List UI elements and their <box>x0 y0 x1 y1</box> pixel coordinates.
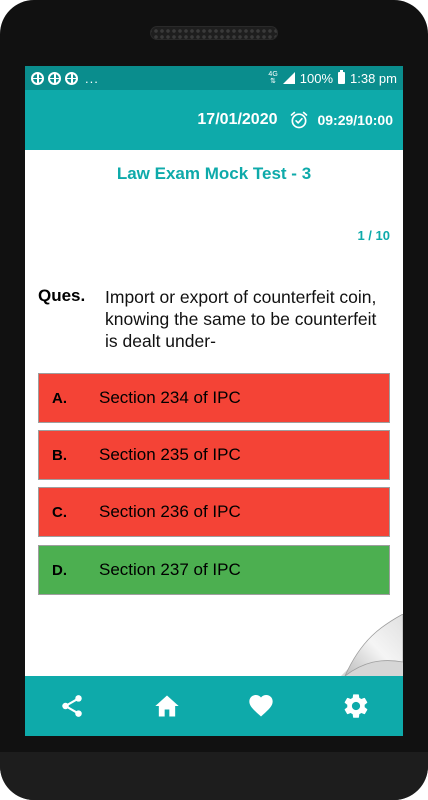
home-button[interactable] <box>143 682 191 730</box>
notification-icon <box>31 71 44 85</box>
option-letter: D. <box>52 561 67 579</box>
data-arrows-icon: ⇅ <box>270 78 277 85</box>
option-d-button[interactable]: D. Section 237 of IPC <box>38 545 390 595</box>
notification-icon <box>48 71 61 85</box>
home-icon <box>155 695 179 717</box>
question-progress: 1 / 10 <box>357 228 390 243</box>
header-date: 17/01/2020 <box>197 111 278 128</box>
network-indicator: 4G ⇅ <box>268 71 277 85</box>
countdown-timer: 09:29/10:00 <box>317 112 393 128</box>
option-a-button[interactable]: A. Section 234 of IPC <box>38 373 390 423</box>
battery-icon <box>338 70 346 84</box>
question-block: Ques. Import or export of counterfeit co… <box>38 286 388 352</box>
alarm-clock-icon <box>291 111 308 129</box>
question-label: Ques. <box>38 286 86 305</box>
heart-icon <box>249 695 273 717</box>
settings-button[interactable] <box>332 682 380 730</box>
option-c-button[interactable]: C. Section 236 of IPC <box>38 487 390 537</box>
network-type: 4G <box>268 71 278 78</box>
page-curl-next-button[interactable] <box>341 614 403 676</box>
status-overflow: ... <box>85 70 99 86</box>
phone-frame: ... 4G ⇅ 100% 1:38 pm 17/01/2020 09:29/1… <box>0 0 428 800</box>
option-letter: B. <box>52 446 67 464</box>
share-button[interactable] <box>48 682 96 730</box>
app-header: 17/01/2020 09:29/10:00 <box>25 90 403 150</box>
app-screen: ... 4G ⇅ 100% 1:38 pm 17/01/2020 09:29/1… <box>25 66 403 736</box>
option-letter: C. <box>52 503 67 521</box>
quiz-title: Law Exam Mock Test - 3 <box>116 164 312 183</box>
share-icon <box>62 695 82 717</box>
option-text: Section 235 of IPC <box>99 445 241 464</box>
settings-icon <box>344 694 368 718</box>
option-letter: A. <box>52 389 67 407</box>
bottom-navigation <box>25 676 403 736</box>
battery-percent: 100% <box>299 70 334 86</box>
notification-icon <box>65 71 78 85</box>
option-text: Section 234 of IPC <box>99 388 241 407</box>
status-bar: ... 4G ⇅ 100% 1:38 pm <box>25 66 403 90</box>
phone-speaker <box>150 26 278 40</box>
signal-icon <box>282 72 295 84</box>
favorite-button[interactable] <box>237 682 285 730</box>
question-text: Import or export of counterfeit coin, kn… <box>105 287 377 351</box>
option-text: Section 237 of IPC <box>99 560 241 579</box>
option-text: Section 236 of IPC <box>99 502 241 521</box>
option-b-button[interactable]: B. Section 235 of IPC <box>38 430 390 480</box>
phone-chin <box>0 752 428 800</box>
status-time: 1:38 pm <box>350 70 397 86</box>
